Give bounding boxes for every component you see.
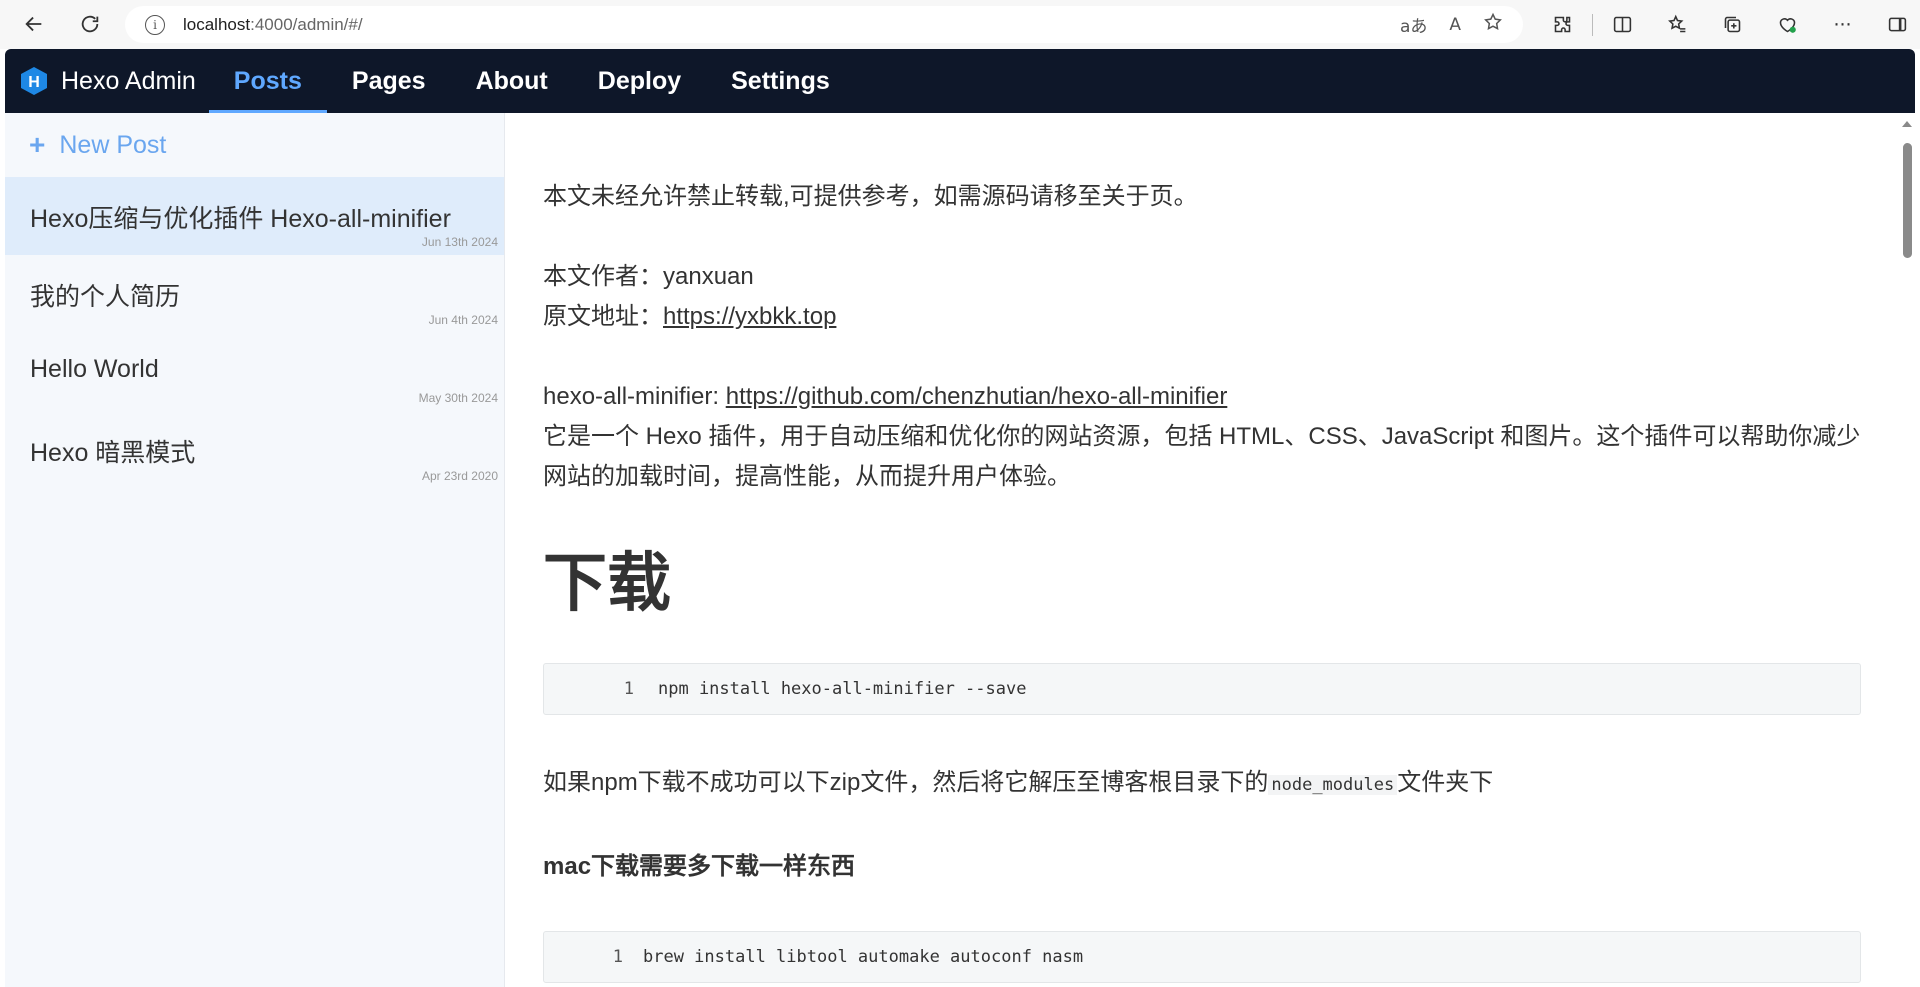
nav-posts[interactable]: Posts [208, 49, 327, 113]
read-aloud-icon[interactable]: A [1449, 15, 1461, 35]
line-number: 1 [623, 679, 634, 699]
zip-text: 如果npm下载不成功可以下zip文件，然后将它解压至博客根目录下的 [543, 769, 1269, 796]
hexo-logo-icon: H [21, 67, 47, 95]
nav-deploy[interactable]: Deploy [573, 49, 706, 113]
post-date: Jun 4th 2024 [428, 313, 498, 327]
plugin-link[interactable]: https://github.com/chenzhutian/hexo-all-… [726, 383, 1228, 410]
browser-essentials-icon[interactable] [1760, 0, 1815, 49]
post-list-item[interactable]: Hexo压缩与优化插件 Hexo-all-minifier Jun 13th 2… [5, 177, 504, 255]
post-preview: 本文未经允许禁止转载,可提供参考，如需源码请移至关于页。 本文作者：yanxua… [505, 113, 1899, 987]
nav-pages[interactable]: Pages [327, 49, 451, 113]
extensions-icon[interactable] [1535, 0, 1590, 49]
mac-heading: mac下载需要多下载一样东西 [543, 853, 856, 880]
scroll-up-arrow-icon[interactable] [1902, 121, 1912, 127]
nav-about[interactable]: About [451, 49, 573, 113]
code-line: brew install libtool automake autoconf n… [643, 947, 1084, 967]
nav-settings[interactable]: Settings [706, 49, 855, 113]
favorites-icon[interactable] [1650, 0, 1705, 49]
plugin-description: 它是一个 Hexo 插件，用于自动压缩和优化你的网站资源，包括 HTML、CSS… [543, 423, 1861, 490]
zip-paragraph: 如果npm下载不成功可以下zip文件，然后将它解压至博客根目录下的 node_mo… [543, 763, 1861, 805]
refresh-icon[interactable] [72, 6, 108, 42]
new-post-button[interactable]: + New Post [5, 113, 504, 177]
post-title: Hexo 暗黑模式 [30, 439, 196, 467]
back-icon[interactable] [16, 6, 52, 42]
svg-text:H: H [28, 74, 40, 91]
line-number: 1 [612, 947, 623, 967]
download-heading: 下载 [543, 547, 671, 619]
post-date: Jun 13th 2024 [421, 235, 498, 249]
source-label: 原文地址： [543, 303, 663, 330]
code-line: npm install hexo-all-minifier --save [658, 679, 1027, 699]
new-post-label: New Post [59, 130, 167, 159]
brand[interactable]: H Hexo Admin [5, 49, 209, 113]
plugin-label: hexo-all-minifier: [543, 383, 726, 410]
intro-paragraph: 本文未经允许禁止转载,可提供参考，如需源码请移至关于页。 [543, 183, 1198, 210]
translate-icon[interactable]: aあ [1400, 12, 1427, 37]
post-date: May 30th 2024 [418, 391, 498, 405]
plugin-paragraph: hexo-all-minifier: https://github.com/ch… [543, 377, 1861, 497]
collections-icon[interactable] [1705, 0, 1760, 49]
hexo-admin-app: H Hexo Admin Posts Pages About Deploy Se… [5, 49, 1915, 987]
post-title: Hexo压缩与优化插件 Hexo-all-minifier [30, 205, 451, 233]
sidebar-icon[interactable] [1870, 0, 1920, 49]
plus-icon: + [29, 129, 46, 160]
inline-code: node_modules [1268, 775, 1398, 795]
posts-sidebar: + New Post Hexo压缩与优化插件 Hexo-all-minifier… [5, 113, 505, 987]
post-title: 我的个人简历 [30, 283, 181, 311]
address-bar[interactable]: i localhost:4000/admin/#/ aあ A [125, 6, 1523, 43]
browser-toolbar: i localhost:4000/admin/#/ aあ A ··· [0, 0, 1920, 49]
scrollbar[interactable] [1899, 113, 1915, 987]
post-date: Apr 23rd 2020 [421, 469, 498, 483]
brand-name: Hexo Admin [61, 66, 196, 95]
post-list-item[interactable]: 我的个人简历 Jun 4th 2024 [5, 255, 504, 333]
scroll-thumb[interactable] [1903, 143, 1912, 258]
favorite-star-icon[interactable] [1483, 12, 1503, 37]
code-block: 1 brew install libtool automake autoconf… [543, 931, 1861, 983]
post-list-item[interactable]: Hello World May 30th 2024 [5, 333, 504, 411]
author-name: yanxuan [663, 263, 754, 290]
author-label: 本文作者： [543, 263, 663, 290]
split-screen-icon[interactable] [1595, 0, 1650, 49]
post-list-item[interactable]: Hexo 暗黑模式 Apr 23rd 2020 [5, 411, 504, 489]
post-title: Hello World [30, 355, 159, 383]
author-paragraph: 本文作者：yanxuan 原文地址：https://yxbkk.top [543, 257, 1861, 337]
code-block: 1 npm install hexo-all-minifier --save [543, 663, 1861, 715]
top-navbar: H Hexo Admin Posts Pages About Deploy Se… [5, 49, 1915, 113]
zip-text-end: 文件夹下 [1397, 769, 1494, 796]
info-icon[interactable]: i [145, 14, 165, 35]
more-icon[interactable]: ··· [1815, 0, 1870, 49]
url-text[interactable]: localhost:4000/admin/#/ [183, 15, 363, 35]
source-link[interactable]: https://yxbkk.top [663, 303, 836, 330]
